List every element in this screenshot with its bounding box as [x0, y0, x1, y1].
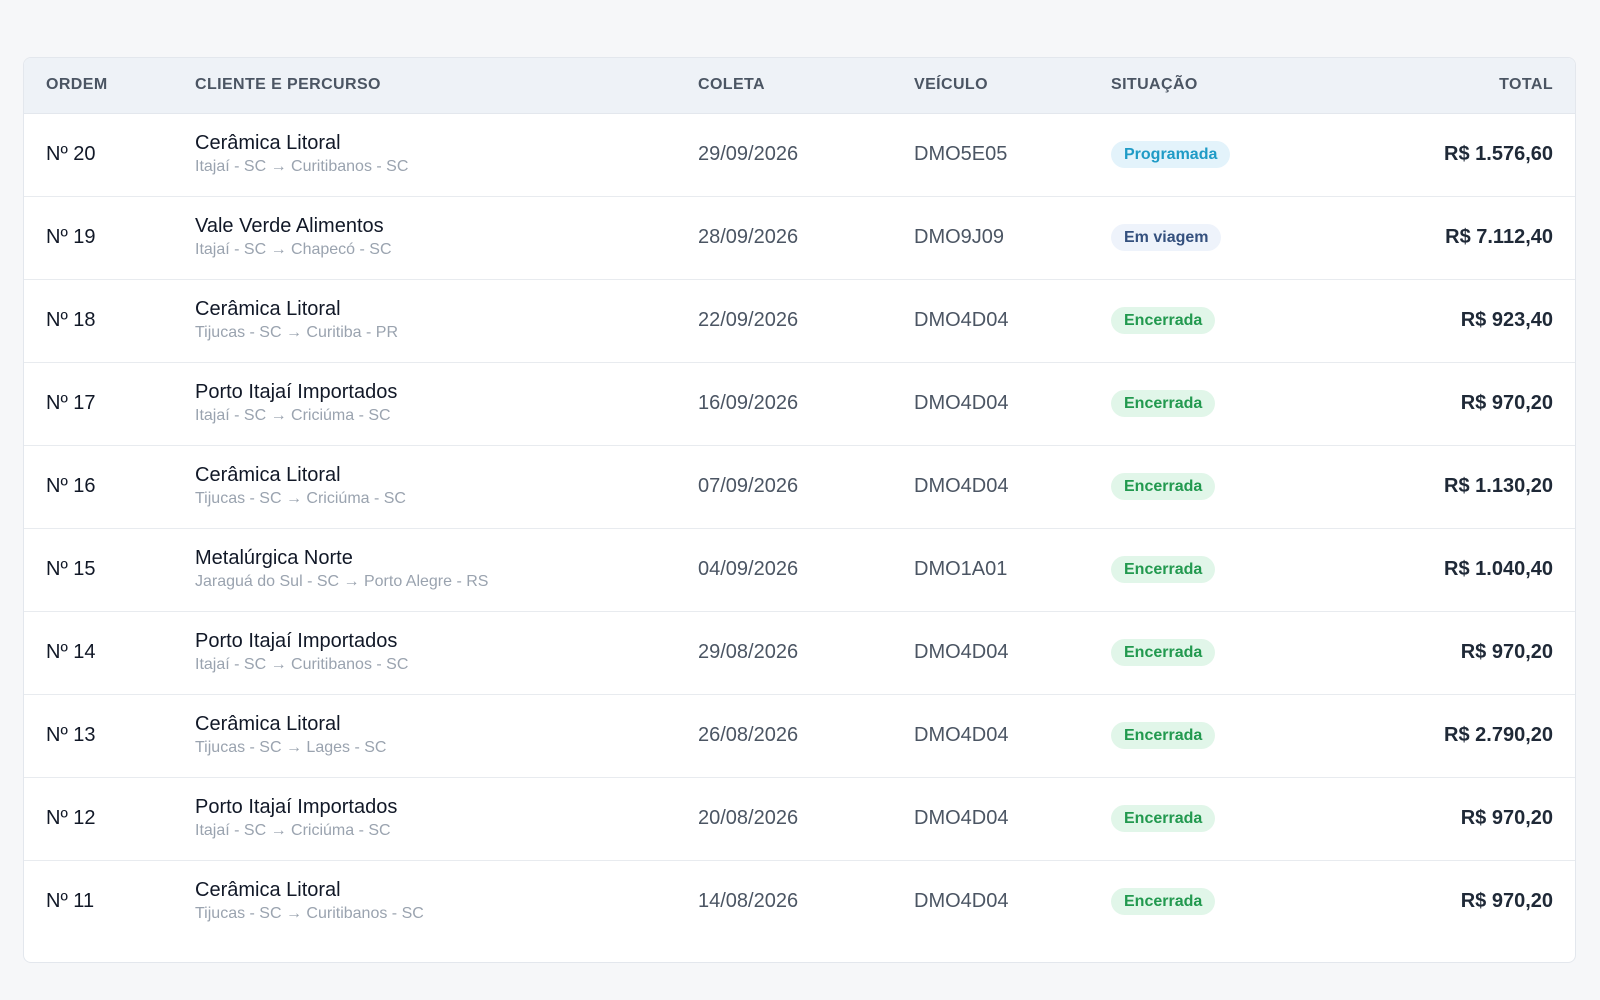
order-total: R$ 970,20 — [1460, 807, 1553, 829]
vehicle-plate: DMO4D04 — [914, 641, 1009, 663]
route: Tijucas - SC → Curitibanos - SC — [195, 905, 424, 923]
route: Tijucas - SC → Curitiba - PR — [195, 324, 398, 341]
status-badge: Encerrada — [1111, 556, 1216, 583]
table-row[interactable]: Nº 15 Metalúrgica Norte Jaraguá do Sul -… — [24, 528, 1575, 612]
route: Jaraguá do Sul - SC → Porto Alegre - RS — [195, 573, 489, 590]
table-row[interactable]: Nº 18 Cerâmica Litoral Tijucas - SC → Cu… — [24, 279, 1575, 363]
client-name: Cerâmica Litoral — [195, 879, 341, 902]
table-row[interactable]: Nº 11 Cerâmica Litoral Tijucas - SC → Cu… — [24, 860, 1575, 943]
vehicle-plate: DMO4D04 — [914, 475, 1009, 497]
status-badge: Programada — [1111, 141, 1231, 168]
client-name: Cerâmica Litoral — [195, 298, 341, 320]
status-badge: Encerrada — [1111, 307, 1216, 334]
table-row[interactable]: Nº 13 Cerâmica Litoral Tijucas - SC → La… — [24, 694, 1575, 778]
table-row[interactable]: Nº 12 Porto Itajaí Importados Itajaí - S… — [24, 777, 1575, 861]
route: Itajaí - SC → Criciúma - SC — [195, 407, 391, 424]
pickup-date: 16/09/2026 — [698, 392, 799, 414]
header-total[interactable]: TOTAL — [1329, 58, 1575, 114]
vehicle-plate: DMO4D04 — [914, 890, 1009, 913]
vehicle-plate: DMO5E05 — [914, 143, 1008, 165]
orders-table-card: ORDEM CLIENTE E PERCURSO COLETA VEÍCULO … — [23, 57, 1576, 963]
order-number: Nº 15 — [46, 558, 96, 580]
order-total: R$ 1.576,60 — [1444, 143, 1553, 165]
table-row[interactable]: Nº 19 Vale Verde Alimentos Itajaí - SC →… — [24, 196, 1575, 280]
client-name: Cerâmica Litoral — [195, 713, 341, 735]
route: Tijucas - SC → Criciúma - SC — [195, 490, 406, 507]
pickup-date: 04/09/2026 — [698, 558, 799, 580]
pickup-date: 26/08/2026 — [698, 724, 799, 746]
order-total: R$ 1.130,20 — [1444, 475, 1553, 497]
order-number: Nº 13 — [46, 724, 96, 746]
vehicle-plate: DMO4D04 — [914, 724, 1009, 746]
status-badge: Em viagem — [1111, 224, 1222, 251]
header-cliente[interactable]: CLIENTE E PERCURSO — [195, 58, 698, 114]
order-total: R$ 970,20 — [1460, 641, 1553, 663]
order-total: R$ 970,20 — [1460, 392, 1553, 414]
pickup-date: 07/09/2026 — [698, 475, 799, 497]
route: Itajaí - SC → Curitibanos - SC — [195, 158, 409, 175]
client-name: Cerâmica Litoral — [195, 464, 341, 486]
order-number: Nº 11 — [46, 890, 95, 913]
vehicle-plate: DMO9J09 — [914, 226, 1005, 248]
status-badge: Encerrada — [1111, 473, 1216, 500]
order-number: Nº 17 — [46, 392, 96, 414]
client-name: Metalúrgica Norte — [195, 547, 353, 569]
order-total: R$ 7.112,40 — [1445, 226, 1553, 248]
pickup-date: 29/08/2026 — [698, 641, 799, 663]
table-row[interactable]: Nº 16 Cerâmica Litoral Tijucas - SC → Cr… — [24, 445, 1575, 529]
pickup-date: 14/08/2026 — [698, 890, 799, 913]
order-number: Nº 18 — [46, 309, 96, 331]
pickup-date: 29/09/2026 — [698, 143, 799, 165]
vehicle-plate: DMO4D04 — [914, 392, 1009, 414]
header-situacao[interactable]: SITUAÇÃO — [1111, 58, 1329, 114]
table-row[interactable]: Nº 20 Cerâmica Litoral Itajaí - SC → Cur… — [24, 113, 1575, 197]
client-name: Porto Itajaí Importados — [195, 796, 398, 818]
order-total: R$ 2.790,20 — [1444, 724, 1553, 746]
table-row[interactable]: Nº 14 Porto Itajaí Importados Itajaí - S… — [24, 611, 1575, 695]
header-veiculo[interactable]: VEÍCULO — [914, 58, 1111, 114]
order-total: R$ 970,20 — [1460, 890, 1553, 913]
vehicle-plate: DMO4D04 — [914, 309, 1009, 331]
client-name: Porto Itajaí Importados — [195, 381, 398, 403]
route: Itajaí - SC → Criciúma - SC — [195, 822, 391, 839]
client-name: Porto Itajaí Importados — [195, 630, 398, 652]
vehicle-plate: DMO1A01 — [914, 558, 1008, 580]
order-total: R$ 923,40 — [1460, 309, 1553, 331]
route: Tijucas - SC → Lages - SC — [195, 739, 387, 756]
order-number: Nº 19 — [46, 226, 96, 248]
header-ordem[interactable]: ORDEM — [24, 58, 195, 114]
vehicle-plate: DMO4D04 — [914, 807, 1009, 829]
status-badge: Encerrada — [1111, 390, 1216, 417]
header-coleta[interactable]: COLETA — [698, 58, 914, 114]
pickup-date: 28/09/2026 — [698, 226, 799, 248]
table-header: ORDEM CLIENTE E PERCURSO COLETA VEÍCULO … — [24, 58, 1575, 114]
client-name: Vale Verde Alimentos — [195, 215, 384, 237]
status-badge: Encerrada — [1111, 722, 1216, 749]
order-number: Nº 14 — [46, 641, 96, 663]
orders-table: ORDEM CLIENTE E PERCURSO COLETA VEÍCULO … — [24, 58, 1575, 943]
pickup-date: 22/09/2026 — [698, 309, 799, 331]
client-name: Cerâmica Litoral — [195, 132, 341, 154]
table-body: Nº 20 Cerâmica Litoral Itajaí - SC → Cur… — [24, 113, 1575, 943]
status-badge: Encerrada — [1111, 888, 1216, 916]
route: Itajaí - SC → Curitibanos - SC — [195, 656, 409, 673]
order-number: Nº 12 — [46, 807, 96, 829]
order-number: Nº 16 — [46, 475, 96, 497]
table-row[interactable]: Nº 17 Porto Itajaí Importados Itajaí - S… — [24, 362, 1575, 446]
route: Itajaí - SC → Chapecó - SC — [195, 241, 392, 258]
order-total: R$ 1.040,40 — [1444, 558, 1553, 580]
pickup-date: 20/08/2026 — [698, 807, 799, 829]
status-badge: Encerrada — [1111, 805, 1216, 832]
status-badge: Encerrada — [1111, 639, 1216, 666]
order-number: Nº 20 — [46, 143, 96, 165]
